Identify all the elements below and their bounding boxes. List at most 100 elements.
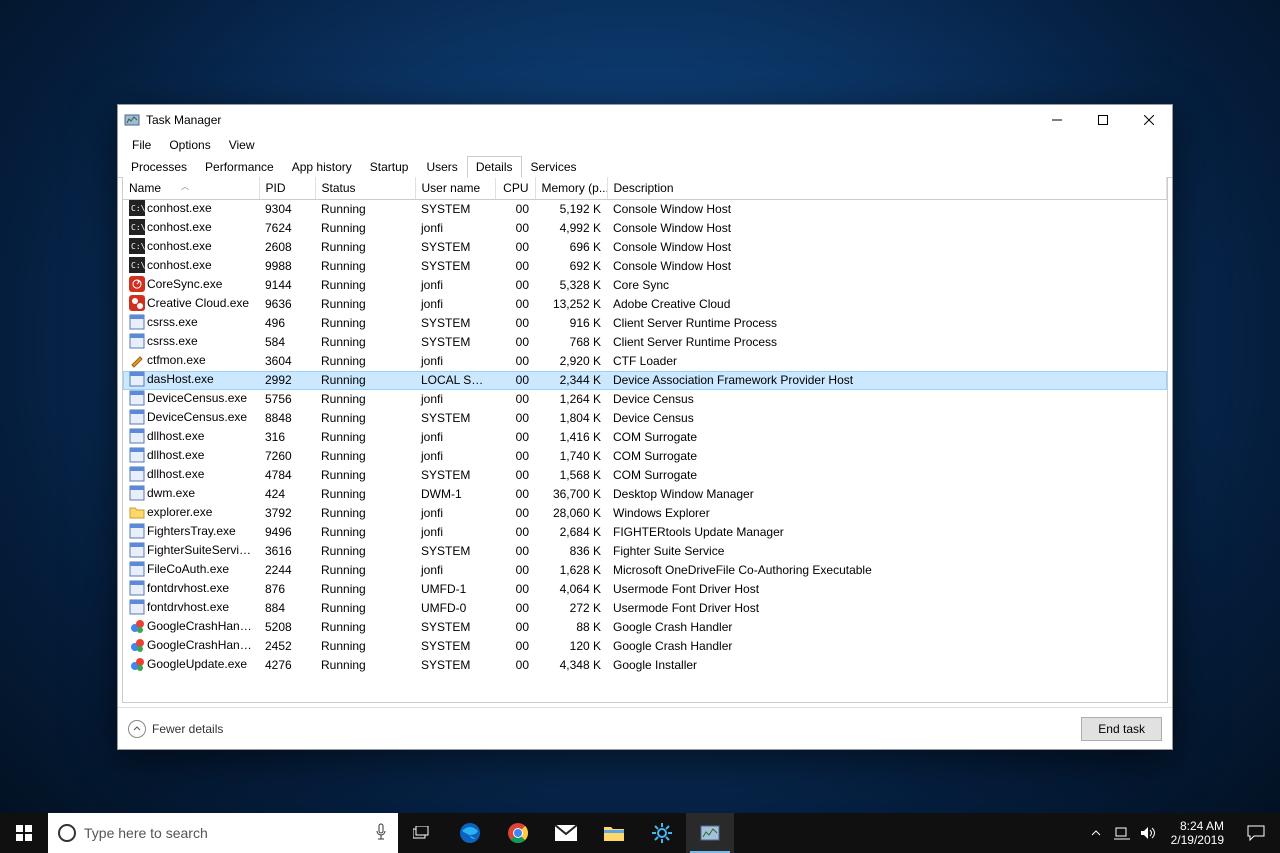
process-status: Running [315, 447, 415, 466]
process-row[interactable]: fontdrvhost.exe884RunningUMFD-000272 KUs… [123, 599, 1167, 618]
process-row[interactable]: GoogleUpdate.exe4276RunningSYSTEM004,348… [123, 656, 1167, 675]
process-row[interactable]: conhost.exe2608RunningSYSTEM00696 KConso… [123, 238, 1167, 257]
process-user: SYSTEM [415, 200, 495, 219]
process-desc: Device Association Framework Provider Ho… [607, 371, 1167, 390]
col-status[interactable]: Status [315, 177, 415, 200]
process-row[interactable]: FileCoAuth.exe2244Runningjonfi001,628 KM… [123, 561, 1167, 580]
tab-details[interactable]: Details [467, 156, 522, 178]
taskbar-mail-icon[interactable] [542, 813, 590, 853]
process-row[interactable]: conhost.exe9988RunningSYSTEM00692 KConso… [123, 257, 1167, 276]
process-cpu: 00 [495, 333, 535, 352]
process-row[interactable]: GoogleCrashHandler...2452RunningSYSTEM00… [123, 637, 1167, 656]
process-table-scroll[interactable]: Name︿ PID Status User name CPU Memory (p… [122, 177, 1168, 703]
col-pid[interactable]: PID [259, 177, 315, 200]
start-button[interactable] [0, 813, 48, 853]
process-cpu: 00 [495, 276, 535, 295]
process-row[interactable]: dasHost.exe2992RunningLOCAL SE...002,344… [123, 371, 1167, 390]
google-icon [129, 637, 145, 653]
process-row[interactable]: csrss.exe496RunningSYSTEM00916 KClient S… [123, 314, 1167, 333]
process-row[interactable]: explorer.exe3792Runningjonfi0028,060 KWi… [123, 504, 1167, 523]
process-desc: Client Server Runtime Process [607, 314, 1167, 333]
minimize-button[interactable] [1034, 105, 1080, 135]
action-center-button[interactable] [1236, 825, 1276, 841]
task-manager-window: Task Manager File Options View Processes… [117, 104, 1173, 750]
exe-icon [129, 333, 145, 349]
search-box[interactable]: Type here to search [48, 813, 398, 853]
col-name[interactable]: Name︿ [123, 177, 259, 200]
process-status: Running [315, 656, 415, 675]
process-mem: 272 K [535, 599, 607, 618]
process-row[interactable]: Creative Cloud.exe9636Runningjonfi0013,2… [123, 295, 1167, 314]
process-name: GoogleCrashHandler... [147, 638, 259, 652]
process-mem: 5,328 K [535, 276, 607, 295]
fewer-details-button[interactable]: Fewer details [128, 720, 223, 738]
end-task-button[interactable]: End task [1081, 717, 1162, 741]
process-row[interactable]: FighterSuiteService.e...3616RunningSYSTE… [123, 542, 1167, 561]
process-user: SYSTEM [415, 257, 495, 276]
console-icon [129, 219, 145, 235]
tab-startup[interactable]: Startup [361, 156, 418, 177]
process-pid: 9304 [259, 200, 315, 219]
taskbar-chrome-icon[interactable] [494, 813, 542, 853]
tray-clock[interactable]: 8:24 AM 2/19/2019 [1163, 819, 1232, 848]
tray-volume-icon[interactable] [1137, 813, 1159, 853]
process-desc: Google Crash Handler [607, 637, 1167, 656]
process-cpu: 00 [495, 352, 535, 371]
process-mem: 36,700 K [535, 485, 607, 504]
tab-processes[interactable]: Processes [122, 156, 196, 177]
process-row[interactable]: FightersTray.exe9496Runningjonfi002,684 … [123, 523, 1167, 542]
process-row[interactable]: dllhost.exe4784RunningSYSTEM001,568 KCOM… [123, 466, 1167, 485]
maximize-button[interactable] [1080, 105, 1126, 135]
process-row[interactable]: DeviceCensus.exe8848RunningSYSTEM001,804… [123, 409, 1167, 428]
menu-view[interactable]: View [221, 136, 263, 154]
process-row[interactable]: CoreSync.exe9144Runningjonfi005,328 KCor… [123, 276, 1167, 295]
taskbar-explorer-icon[interactable] [590, 813, 638, 853]
process-cpu: 00 [495, 580, 535, 599]
tab-app-history[interactable]: App history [283, 156, 361, 177]
col-mem[interactable]: Memory (p... [535, 177, 607, 200]
process-row[interactable]: dwm.exe424RunningDWM-10036,700 KDesktop … [123, 485, 1167, 504]
taskbar-taskmgr-icon[interactable] [686, 813, 734, 853]
process-row[interactable]: ctfmon.exe3604Runningjonfi002,920 KCTF L… [123, 352, 1167, 371]
process-row[interactable]: dllhost.exe316Runningjonfi001,416 KCOM S… [123, 428, 1167, 447]
titlebar[interactable]: Task Manager [118, 105, 1172, 135]
process-mem: 1,740 K [535, 447, 607, 466]
tab-performance[interactable]: Performance [196, 156, 283, 177]
close-button[interactable] [1126, 105, 1172, 135]
process-row[interactable]: conhost.exe7624Runningjonfi004,992 KCons… [123, 219, 1167, 238]
process-row[interactable]: dllhost.exe7260Runningjonfi001,740 KCOM … [123, 447, 1167, 466]
col-desc[interactable]: Description [607, 177, 1167, 200]
process-row[interactable]: csrss.exe584RunningSYSTEM00768 KClient S… [123, 333, 1167, 352]
process-name: ctfmon.exe [147, 353, 206, 367]
exe-icon [129, 447, 145, 463]
process-user: SYSTEM [415, 466, 495, 485]
col-user[interactable]: User name [415, 177, 495, 200]
process-mem: 5,192 K [535, 200, 607, 219]
menu-options[interactable]: Options [161, 136, 218, 154]
process-name: Creative Cloud.exe [147, 296, 249, 310]
task-view-button[interactable] [398, 813, 446, 853]
process-user: SYSTEM [415, 238, 495, 257]
folder-icon [129, 504, 145, 520]
process-row[interactable]: conhost.exe9304RunningSYSTEM005,192 KCon… [123, 200, 1167, 219]
process-cpu: 00 [495, 295, 535, 314]
process-mem: 120 K [535, 637, 607, 656]
process-row[interactable]: fontdrvhost.exe876RunningUMFD-1004,064 K… [123, 580, 1167, 599]
process-desc: Google Installer [607, 656, 1167, 675]
process-user: jonfi [415, 352, 495, 371]
tab-services[interactable]: Services [522, 156, 586, 177]
process-row[interactable]: DeviceCensus.exe5756Runningjonfi001,264 … [123, 390, 1167, 409]
tray-overflow-icon[interactable] [1085, 813, 1107, 853]
tab-users[interactable]: Users [417, 156, 466, 177]
process-row[interactable]: GoogleCrashHandler...5208RunningSYSTEM00… [123, 618, 1167, 637]
process-mem: 88 K [535, 618, 607, 637]
col-cpu[interactable]: CPU [495, 177, 535, 200]
process-user: SYSTEM [415, 333, 495, 352]
process-user: UMFD-0 [415, 599, 495, 618]
taskbar-settings-icon[interactable] [638, 813, 686, 853]
taskbar-edge-icon[interactable] [446, 813, 494, 853]
mic-icon [374, 823, 388, 844]
menu-file[interactable]: File [124, 136, 159, 154]
tray-network-icon[interactable] [1111, 813, 1133, 853]
process-status: Running [315, 466, 415, 485]
